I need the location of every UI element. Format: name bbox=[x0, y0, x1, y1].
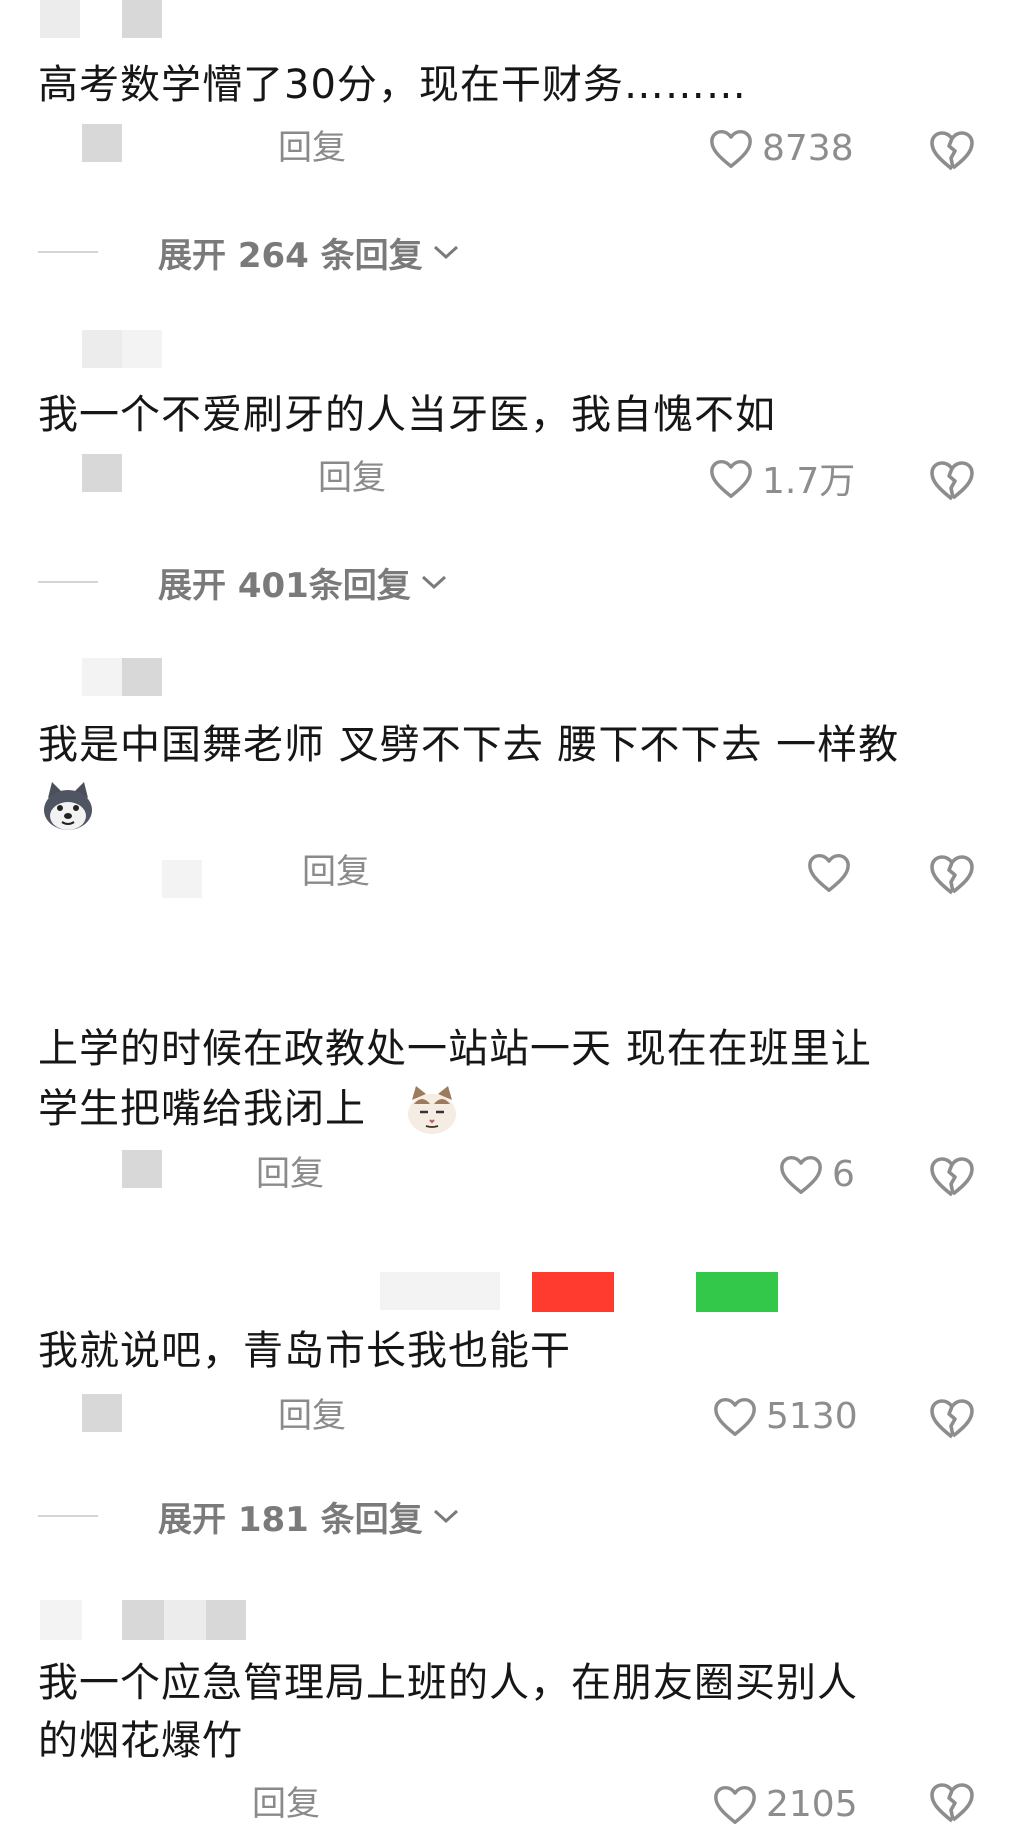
username-blur bbox=[122, 658, 162, 696]
heart-icon bbox=[714, 1397, 756, 1436]
reply-button[interactable]: 回复 bbox=[256, 1154, 324, 1194]
avatar-blur bbox=[82, 330, 122, 368]
cat-emoji-icon bbox=[408, 1086, 456, 1134]
expand-label: 展开 401条回复 bbox=[158, 565, 411, 606]
like-button[interactable]: 6 bbox=[778, 1150, 855, 1198]
like-button[interactable]: 8738 bbox=[708, 124, 854, 172]
avatar-blur bbox=[40, 0, 80, 38]
heart-icon bbox=[780, 1155, 822, 1194]
reply-button[interactable]: 回复 bbox=[318, 458, 386, 498]
broken-heart-icon[interactable] bbox=[928, 456, 976, 504]
username-blur bbox=[380, 1272, 500, 1310]
like-button[interactable]: 1.7万 bbox=[708, 454, 855, 502]
broken-heart-icon[interactable] bbox=[928, 850, 976, 898]
expand-label: 展开 181 条回复 bbox=[158, 1499, 423, 1540]
timestamp-blur bbox=[162, 860, 202, 898]
like-count: 8738 bbox=[762, 127, 854, 169]
avatar-blur bbox=[82, 658, 122, 696]
username-blur bbox=[164, 1600, 206, 1640]
timestamp-blur bbox=[82, 454, 122, 492]
comment-text: 高考数学懵了30分，现在干财务……… bbox=[38, 62, 747, 108]
divider-line bbox=[38, 1515, 98, 1517]
like-count: 2105 bbox=[766, 1783, 858, 1825]
chevron-down-icon bbox=[433, 1509, 458, 1524]
broken-heart-icon[interactable] bbox=[928, 1394, 976, 1442]
like-button[interactable]: 5130 bbox=[712, 1392, 858, 1440]
reply-button[interactable]: 回复 bbox=[278, 1396, 346, 1436]
broken-heart-icon[interactable] bbox=[928, 1778, 976, 1826]
red-badge bbox=[532, 1272, 614, 1312]
expand-label: 展开 264 条回复 bbox=[158, 235, 423, 276]
username-blur bbox=[122, 1600, 164, 1640]
husky-emoji-icon bbox=[44, 782, 92, 830]
timestamp-blur bbox=[82, 1394, 122, 1432]
like-button[interactable] bbox=[806, 848, 860, 896]
divider-line bbox=[38, 251, 98, 253]
reply-button[interactable]: 回复 bbox=[302, 852, 370, 892]
broken-heart-icon[interactable] bbox=[928, 1152, 976, 1200]
heart-icon bbox=[710, 129, 752, 168]
broken-heart-icon[interactable] bbox=[928, 126, 976, 174]
comment-text-line1: 我一个应急管理局上班的人，在朋友圈买别人 bbox=[38, 1660, 858, 1706]
username-blur bbox=[122, 330, 162, 368]
chevron-down-icon bbox=[421, 575, 446, 590]
username-blur bbox=[206, 1600, 246, 1640]
expand-replies[interactable]: 展开 401条回复 bbox=[38, 562, 449, 606]
comment-text-line2: 的烟花爆竹 bbox=[38, 1718, 243, 1764]
comment-text: 我一个不爱刷牙的人当牙医，我自愧不如 bbox=[38, 392, 776, 438]
like-count: 1.7万 bbox=[762, 461, 856, 502]
green-badge bbox=[696, 1272, 778, 1312]
comment-text: 我就说吧，青岛市长我也能干 bbox=[38, 1328, 571, 1374]
reply-button[interactable]: 回复 bbox=[252, 1784, 320, 1824]
heart-icon bbox=[710, 459, 752, 498]
heart-icon bbox=[714, 1785, 756, 1824]
divider-line bbox=[38, 581, 98, 583]
heart-icon bbox=[808, 853, 850, 892]
timestamp-blur bbox=[82, 124, 122, 162]
like-count: 6 bbox=[832, 1153, 855, 1195]
timestamp-blur bbox=[122, 1150, 162, 1188]
comment-text-line1: 上学的时候在政教处一站站一天 现在在班里让 bbox=[38, 1026, 872, 1072]
like-count: 5130 bbox=[766, 1395, 858, 1437]
expand-replies[interactable]: 展开 264 条回复 bbox=[38, 232, 461, 276]
username-blur bbox=[122, 0, 162, 38]
reply-button[interactable]: 回复 bbox=[278, 128, 346, 168]
expand-replies[interactable]: 展开 181 条回复 bbox=[38, 1496, 461, 1540]
comment-text-line2: 学生把嘴给我闭上 bbox=[38, 1086, 366, 1132]
chevron-down-icon bbox=[433, 245, 458, 260]
comment-text: 我是中国舞老师 叉劈不下去 腰下不下去 一样教 bbox=[38, 722, 900, 768]
like-button[interactable]: 2105 bbox=[712, 1780, 858, 1828]
avatar-blur bbox=[40, 1600, 82, 1640]
